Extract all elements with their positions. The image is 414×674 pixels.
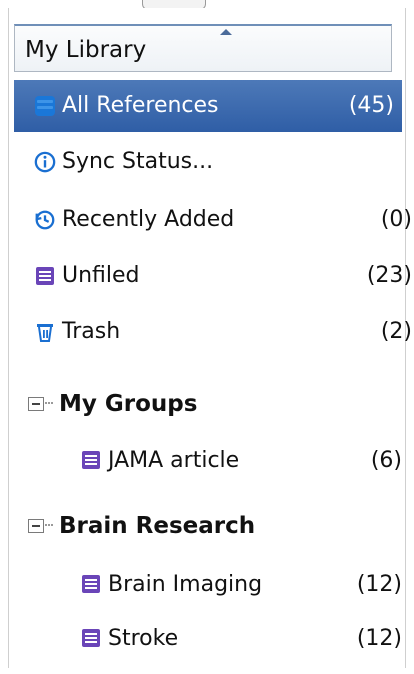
unfiled-item[interactable]: Unfiled (23) bbox=[34, 250, 412, 302]
library-title: My Library bbox=[25, 37, 147, 63]
group-book-icon bbox=[80, 448, 102, 472]
recently-added-label: Recently Added bbox=[62, 207, 235, 232]
all-references-label: All References bbox=[62, 93, 219, 118]
group-item-brain-imaging[interactable]: Brain Imaging (12) bbox=[80, 558, 402, 610]
library-header[interactable]: My Library bbox=[14, 24, 392, 72]
history-icon bbox=[34, 208, 56, 232]
trash-count: (2) bbox=[380, 319, 412, 344]
collapse-icon[interactable] bbox=[28, 519, 44, 533]
group-item-count: (6) bbox=[370, 447, 402, 473]
recently-added-count: (0) bbox=[380, 207, 412, 232]
unfiled-count: (23) bbox=[366, 263, 412, 288]
unfiled-label: Unfiled bbox=[62, 263, 140, 288]
group-title: Brain Research bbox=[59, 513, 256, 539]
group-item-count: (12) bbox=[356, 625, 402, 651]
group-book-icon bbox=[80, 626, 102, 650]
all-references-count: (45) bbox=[348, 93, 394, 118]
info-icon bbox=[34, 150, 56, 174]
group-item-label: Stroke bbox=[108, 625, 179, 651]
group-book-icon bbox=[34, 264, 56, 288]
group-item-jama-article[interactable]: JAMA article (6) bbox=[80, 434, 402, 486]
group-item-count: (12) bbox=[356, 571, 402, 597]
trash-icon bbox=[34, 320, 56, 344]
group-item-label: JAMA article bbox=[108, 447, 240, 473]
group-item-label: Brain Imaging bbox=[108, 571, 263, 597]
group-title: My Groups bbox=[59, 391, 198, 417]
sync-status-item[interactable]: Sync Status... bbox=[34, 136, 412, 188]
group-header-brain-research[interactable]: Brain Research bbox=[28, 506, 255, 546]
tree-connector bbox=[45, 402, 53, 406]
group-item-stroke[interactable]: Stroke (12) bbox=[80, 612, 402, 664]
trash-label: Trash bbox=[62, 319, 121, 344]
collapse-icon[interactable] bbox=[28, 397, 44, 411]
database-icon bbox=[34, 94, 56, 118]
sort-caret-icon[interactable] bbox=[220, 29, 232, 35]
tree-connector bbox=[45, 524, 53, 528]
trash-item[interactable]: Trash (2) bbox=[34, 306, 412, 358]
group-book-icon bbox=[80, 572, 102, 596]
recently-added-item[interactable]: Recently Added (0) bbox=[34, 194, 412, 246]
sync-status-label: Sync Status... bbox=[62, 149, 214, 174]
group-header-my-groups[interactable]: My Groups bbox=[28, 384, 197, 424]
all-references-item[interactable]: All References (45) bbox=[14, 80, 402, 132]
